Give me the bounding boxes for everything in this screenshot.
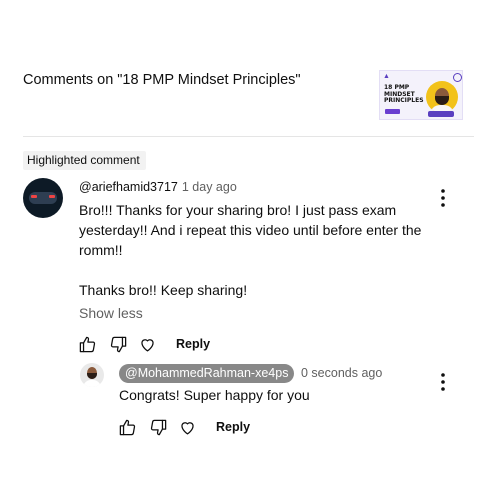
like-icon (79, 336, 95, 352)
commenter-avatar[interactable] (23, 178, 63, 218)
more-vert-icon (441, 373, 445, 391)
reply-actions: Reply (116, 416, 250, 438)
heart-button[interactable] (136, 333, 158, 355)
dislike-button[interactable] (147, 416, 169, 438)
reply-author-avatar[interactable] (80, 363, 104, 387)
reply-button[interactable]: Reply (216, 420, 250, 434)
heart-icon (180, 421, 194, 434)
like-button[interactable] (116, 416, 138, 438)
comment-body: Bro!!! Thanks for your sharing bro! I ju… (79, 200, 439, 300)
comment-more-button[interactable] (440, 188, 446, 213)
channel-logo-icon: ▲ (383, 73, 390, 80)
header-divider (23, 136, 474, 137)
reply-button[interactable]: Reply (176, 337, 210, 351)
comment-paragraph: Bro!!! Thanks for your sharing bro! I ju… (79, 202, 422, 258)
thumbnail-play-icon (453, 73, 462, 82)
thumbnail-button-graphic (385, 109, 400, 114)
like-icon (119, 419, 135, 435)
heart-icon (140, 338, 154, 351)
comment-actions: Reply (76, 333, 210, 355)
reply-author-chip[interactable]: @MohammedRahman-xe4ps (119, 364, 295, 383)
show-less-link[interactable]: Show less (79, 305, 143, 321)
comment-author[interactable]: @ariefhamid3717 (79, 180, 178, 194)
thumbnail-name-badge (428, 111, 454, 117)
comment-time[interactable]: 1 day ago (182, 180, 237, 194)
reply-more-button[interactable] (440, 372, 446, 397)
video-thumbnail[interactable]: ▲ 18 PMP MINDSET PRINCIPLES (379, 70, 463, 120)
heart-button[interactable] (176, 416, 198, 438)
more-vert-icon (441, 189, 445, 207)
dislike-icon (110, 336, 126, 352)
thumbnail-title: 18 PMP MINDSET PRINCIPLES (384, 84, 424, 104)
reply-body: Congrats! Super happy for you (119, 387, 310, 403)
highlighted-comment-badge: Highlighted comment (23, 151, 146, 170)
like-button[interactable] (76, 333, 98, 355)
thumbnail-presenter-image (426, 81, 458, 113)
comments-header-title: Comments on "18 PMP Mindset Principles" (23, 72, 301, 88)
dislike-button[interactable] (107, 333, 129, 355)
reply-time[interactable]: 0 seconds ago (301, 366, 382, 380)
dislike-icon (150, 419, 166, 435)
comment-header: @ariefhamid3717 1 day ago (79, 180, 237, 194)
comment-paragraph: Thanks bro!! Keep sharing! (79, 282, 248, 298)
